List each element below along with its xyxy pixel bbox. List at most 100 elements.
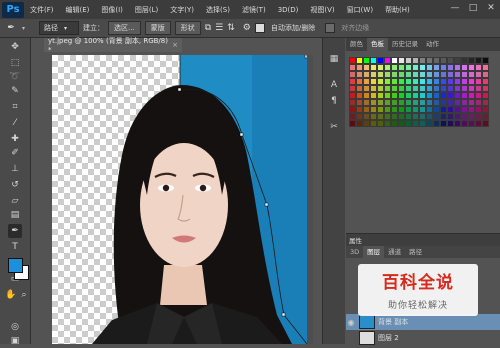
- paragraph-panel-icon[interactable]: ¶: [327, 94, 341, 108]
- color-swatch[interactable]: [356, 113, 363, 120]
- make-mask-button[interactable]: 蒙版: [144, 21, 171, 35]
- color-swatch[interactable]: [391, 78, 398, 85]
- color-swatch[interactable]: [468, 113, 475, 120]
- color-swatch[interactable]: [412, 78, 419, 85]
- color-swatch[interactable]: [461, 120, 468, 127]
- color-swatch[interactable]: [419, 71, 426, 78]
- color-swatch[interactable]: [426, 106, 433, 113]
- color-swatch[interactable]: [349, 113, 356, 120]
- canvas-scrollbar[interactable]: [307, 55, 313, 344]
- color-swatch[interactable]: [419, 120, 426, 127]
- path-alignment-icon[interactable]: ☰: [215, 23, 223, 33]
- color-swatch[interactable]: [377, 85, 384, 92]
- color-swatch[interactable]: [475, 78, 482, 85]
- color-swatch[interactable]: [363, 57, 370, 64]
- color-swatch[interactable]: [454, 106, 461, 113]
- menu-filter[interactable]: 滤镜(T): [236, 5, 272, 15]
- color-swatch[interactable]: [370, 120, 377, 127]
- lasso-tool-icon[interactable]: ➰: [8, 70, 22, 84]
- color-swatch[interactable]: [412, 99, 419, 106]
- color-swatch[interactable]: [433, 120, 440, 127]
- tab-color[interactable]: 颜色: [346, 38, 367, 51]
- color-swatch[interactable]: [405, 57, 412, 64]
- color-swatch[interactable]: [384, 85, 391, 92]
- color-swatch[interactable]: [391, 92, 398, 99]
- color-swatch[interactable]: [433, 92, 440, 99]
- color-swatch[interactable]: [461, 92, 468, 99]
- color-swatch[interactable]: [419, 106, 426, 113]
- color-swatch[interactable]: [461, 113, 468, 120]
- zoom-tool-icon[interactable]: ⌕: [17, 288, 31, 302]
- close-icon[interactable]: ✕: [486, 3, 496, 13]
- color-swatch[interactable]: [426, 113, 433, 120]
- color-swatch[interactable]: [384, 92, 391, 99]
- color-swatch[interactable]: [447, 120, 454, 127]
- color-swatch[interactable]: [356, 85, 363, 92]
- color-swatch[interactable]: [461, 106, 468, 113]
- color-swatch[interactable]: [433, 71, 440, 78]
- color-swatch[interactable]: [468, 78, 475, 85]
- color-swatch[interactable]: [426, 99, 433, 106]
- color-swatch[interactable]: [482, 64, 489, 71]
- color-swatch[interactable]: [377, 64, 384, 71]
- minimize-icon[interactable]: —: [450, 3, 460, 13]
- color-swatch[interactable]: [454, 71, 461, 78]
- color-swatch[interactable]: [384, 57, 391, 64]
- color-swatch[interactable]: [433, 57, 440, 64]
- color-swatch[interactable]: [426, 78, 433, 85]
- color-swatch[interactable]: [391, 113, 398, 120]
- tab-channels[interactable]: 通道: [384, 246, 405, 259]
- color-swatch[interactable]: [440, 64, 447, 71]
- color-swatch[interactable]: [377, 120, 384, 127]
- menu-view[interactable]: 视图(V): [304, 5, 340, 15]
- history-panel-icon[interactable]: ▦: [327, 52, 341, 66]
- color-swatch[interactable]: [363, 99, 370, 106]
- color-swatch[interactable]: [433, 106, 440, 113]
- color-swatch[interactable]: [349, 57, 356, 64]
- color-swatch[interactable]: [349, 78, 356, 85]
- tab-paths[interactable]: 路径: [405, 246, 426, 259]
- color-swatch[interactable]: [475, 92, 482, 99]
- color-swatch[interactable]: [356, 99, 363, 106]
- menu-help[interactable]: 帮助(H): [379, 5, 416, 15]
- color-swatch[interactable]: [440, 85, 447, 92]
- color-swatch[interactable]: [461, 57, 468, 64]
- color-swatch[interactable]: [419, 57, 426, 64]
- color-swatch[interactable]: [482, 92, 489, 99]
- color-swatch[interactable]: [447, 92, 454, 99]
- color-swatch[interactable]: [377, 71, 384, 78]
- color-swatch[interactable]: [475, 106, 482, 113]
- color-swatch[interactable]: [349, 71, 356, 78]
- color-swatch[interactable]: [482, 120, 489, 127]
- color-swatch[interactable]: [461, 64, 468, 71]
- color-swatch[interactable]: [433, 64, 440, 71]
- color-swatch[interactable]: [363, 92, 370, 99]
- color-swatch[interactable]: [398, 120, 405, 127]
- layer-row[interactable]: ◉ 背景 副本: [346, 314, 500, 330]
- color-swatch[interactable]: [405, 92, 412, 99]
- color-swatch[interactable]: [482, 57, 489, 64]
- color-swatch[interactable]: [370, 85, 377, 92]
- color-swatch[interactable]: [461, 85, 468, 92]
- color-swatch[interactable]: [356, 57, 363, 64]
- color-swatch[interactable]: [447, 78, 454, 85]
- color-swatch[interactable]: [412, 106, 419, 113]
- color-swatch[interactable]: [440, 57, 447, 64]
- color-swatch[interactable]: [426, 85, 433, 92]
- align-edges-checkbox[interactable]: [325, 23, 336, 33]
- color-swatch[interactable]: [454, 64, 461, 71]
- color-swatch[interactable]: [454, 92, 461, 99]
- menu-image[interactable]: 图像(I): [95, 5, 129, 15]
- color-swatch[interactable]: [412, 120, 419, 127]
- color-swatch[interactable]: [391, 106, 398, 113]
- color-swatch[interactable]: [440, 99, 447, 106]
- color-swatch[interactable]: [384, 106, 391, 113]
- menu-select[interactable]: 选择(S): [200, 5, 236, 15]
- color-swatch[interactable]: [419, 85, 426, 92]
- color-swatch[interactable]: [370, 92, 377, 99]
- color-swatch[interactable]: [426, 71, 433, 78]
- color-swatch[interactable]: [405, 99, 412, 106]
- color-swatch[interactable]: [377, 78, 384, 85]
- color-swatch[interactable]: [447, 85, 454, 92]
- color-swatch[interactable]: [419, 99, 426, 106]
